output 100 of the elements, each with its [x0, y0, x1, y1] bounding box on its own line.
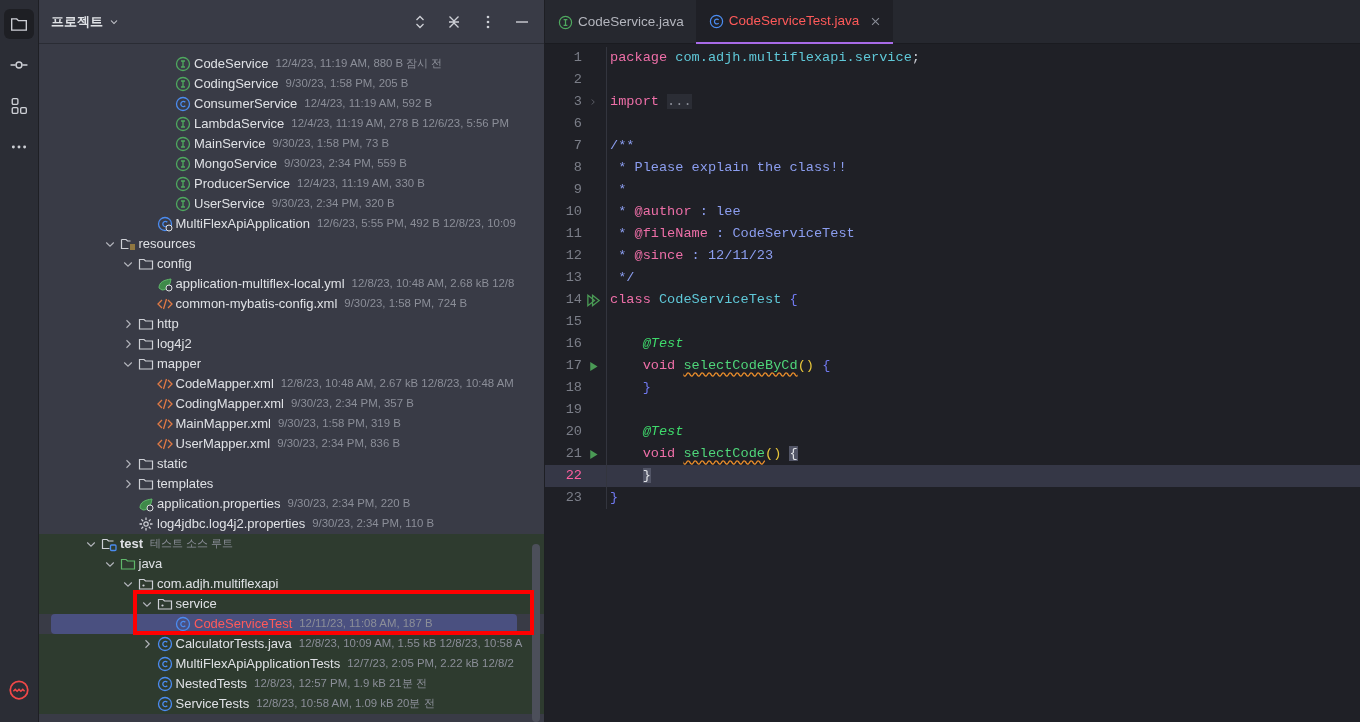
editor-tab[interactable]: CodeServiceTest.java: [695, 0, 894, 44]
item-label: UserMapper.xml: [175, 435, 271, 454]
tree-item[interactable]: LambdaService 12/4/23, 11:19 AM, 278 B 12/6/23, 5:56 PM: [39, 114, 544, 134]
leaf-icon: [156, 276, 173, 292]
tree-item[interactable]: application.properties 9/30/23, 2:34 PM, 220 B: [39, 494, 544, 514]
gear-icon: [138, 516, 154, 532]
tree-item[interactable]: CalculatorTests.java 12/8/23, 10:09 AM, 1.55 kB 12/8/23, 10:58 A: [39, 634, 544, 654]
code-line: */: [617, 268, 635, 287]
run-all-icon[interactable]: [585, 292, 601, 308]
item-details: 9/30/23, 2:34 PM, 110 B: [312, 516, 435, 532]
close-icon[interactable]: [870, 15, 882, 27]
item-details: 테스트 소스 루트: [150, 536, 234, 552]
folder-icon[interactable]: [10, 15, 28, 33]
tree-item[interactable]: MainService 9/30/23, 1:58 PM, 73 B: [39, 134, 544, 154]
item-details: 12/11/23, 11:08 AM, 187 B: [299, 616, 433, 632]
code-line: * @since : 12/11/23: [617, 246, 774, 265]
item-label: common-mybatis-config.xml: [175, 295, 338, 314]
tree-item[interactable]: static: [39, 454, 544, 474]
item-details: 9/30/23, 2:34 PM, 559 B: [284, 156, 407, 172]
code-line: class CodeServiceTest {: [609, 290, 798, 309]
item-details: 12/8/23, 10:09 AM, 1.55 kB 12/8/23, 10:58 A: [298, 636, 523, 652]
tree-item[interactable]: UserMapper.xml 9/30/23, 2:34 PM, 836 B: [39, 434, 544, 454]
folder-icon: [138, 316, 154, 332]
panel-title[interactable]: 프로젝트: [51, 11, 103, 32]
code-line: }: [609, 488, 619, 507]
item-label: templates: [157, 475, 214, 494]
tree-item[interactable]: CodeMapper.xml 12/8/23, 10:48 AM, 2.67 kB 12/8/23, 10:48 AM: [39, 374, 544, 394]
tree-item[interactable]: test 테스트 소스 루트: [39, 534, 544, 554]
tree-item[interactable]: application-multiflex-local.yml 12/8/23, 10:48 AM, 2.68 kB 12/8: [39, 274, 544, 294]
line-number: 22: [564, 466, 582, 485]
interface-icon: [175, 76, 191, 92]
class-icon: [156, 636, 173, 652]
tree-item[interactable]: log4j2: [39, 334, 544, 354]
tree-item[interactable]: MongoService 9/30/23, 2:34 PM, 559 B: [39, 154, 544, 174]
tree-item[interactable]: MainMapper.xml 9/30/23, 1:58 PM, 319 B: [39, 414, 544, 434]
interface-icon: [175, 56, 191, 72]
structure-icon[interactable]: [10, 97, 28, 115]
item-details: 12/4/23, 11:19 AM, 880 B 잠시 전: [275, 56, 443, 72]
item-label: log4j2: [157, 335, 192, 354]
class-icon: [708, 13, 724, 29]
tree-item[interactable]: common-mybatis-config.xml 9/30/23, 1:58 PM, 724 B: [39, 294, 544, 314]
item-label: test: [120, 535, 144, 554]
tree-item[interactable]: templates: [39, 474, 544, 494]
line-number: 20: [564, 422, 582, 441]
tree-item[interactable]: mapper: [39, 354, 544, 374]
line-number: 1: [572, 48, 582, 67]
tree-item[interactable]: CodeService 12/4/23, 11:19 AM, 880 B 잠시 전: [39, 54, 544, 74]
tree-item[interactable]: NestedTests 12/8/23, 12:57 PM, 1.9 kB 21분 전: [39, 674, 544, 694]
code-line: void selectCodeByCd() {: [641, 356, 831, 375]
line-number: 2: [572, 70, 582, 89]
line-number: 7: [572, 136, 582, 155]
tree-item[interactable]: http: [39, 314, 544, 334]
interface-icon: [175, 176, 191, 192]
tree-item[interactable]: ServiceTests 12/8/23, 10:58 AM, 1.09 kB 20분 전: [39, 694, 544, 714]
editor-tab[interactable]: CodeService.java: [545, 0, 696, 44]
tree-item[interactable]: config: [39, 254, 544, 274]
item-details: 9/30/23, 2:34 PM, 836 B: [277, 436, 400, 452]
code-line: * Please explain the class!!: [617, 158, 847, 177]
item-label: CodeMapper.xml: [175, 375, 274, 394]
tree-item[interactable]: java: [39, 554, 544, 574]
tree-item[interactable]: resources: [39, 234, 544, 254]
folder-icon: [138, 336, 154, 352]
item-label: CodeServiceTest: [194, 615, 293, 634]
line-number: 9: [572, 180, 582, 199]
package-icon: [138, 576, 154, 592]
class-icon: [175, 616, 191, 632]
item-label: CalculatorTests.java: [175, 635, 292, 654]
code-line: void selectCode() {: [641, 444, 798, 463]
code-line: import ...: [609, 92, 692, 111]
class-icon: [156, 676, 173, 692]
problems-icon[interactable]: [9, 680, 29, 700]
item-label: resources: [138, 235, 196, 254]
code-line: @Test: [641, 334, 684, 353]
tree-item[interactable]: MultiFlexApiApplication 12/6/23, 5:55 PM, 492 B 12/8/23, 10:09: [39, 214, 544, 234]
code-icon: [156, 296, 173, 312]
scrollbar[interactable]: [532, 544, 540, 722]
tree-item[interactable]: CodingMapper.xml 9/30/23, 2:34 PM, 357 B: [39, 394, 544, 414]
tree-item[interactable]: ProducerService 12/4/23, 11:19 AM, 330 B: [39, 174, 544, 194]
item-label: application.properties: [157, 495, 281, 514]
line-number: 23: [564, 488, 582, 507]
item-details: 12/4/23, 11:19 AM, 278 B 12/6/23, 5:56 PM: [291, 116, 509, 132]
line-number: 19: [564, 400, 582, 419]
item-details: 12/7/23, 2:05 PM, 2.22 kB 12/8/2: [347, 656, 514, 672]
item-details: 9/30/23, 2:34 PM, 320 B: [271, 196, 395, 212]
item-label: NestedTests: [175, 675, 248, 694]
item-details: 12/8/23, 10:48 AM, 2.67 kB 12/8/23, 10:48 AM: [280, 376, 514, 392]
folder-icon: [138, 356, 154, 372]
folder-icon: [138, 256, 154, 272]
item-details: 12/8/23, 10:58 AM, 1.09 kB 20분 전: [256, 696, 435, 712]
tree-item[interactable]: CodingService 9/30/23, 1:58 PM, 205 B: [39, 74, 544, 94]
class-icon: [156, 696, 173, 712]
tree-item[interactable]: service: [39, 594, 544, 614]
tree-item[interactable]: UserService 9/30/23, 2:34 PM, 320 B: [39, 194, 544, 214]
collapse-all-icon[interactable]: [446, 13, 462, 30]
item-details: 12/6/23, 5:55 PM, 492 B 12/8/23, 10:09: [316, 216, 516, 232]
line-number: 11: [564, 224, 582, 243]
tree-item[interactable]: log4jdbc.log4j2.properties 9/30/23, 2:34 PM, 110 B: [39, 514, 544, 534]
tree-item[interactable]: MultiFlexApiApplicationTests 12/7/23, 2:05 PM, 2.22 kB 12/8/2: [39, 654, 544, 674]
item-label: log4jdbc.log4j2.properties: [157, 515, 306, 534]
tree-item[interactable]: ConsumerService 12/4/23, 11:19 AM, 592 B: [39, 94, 544, 114]
